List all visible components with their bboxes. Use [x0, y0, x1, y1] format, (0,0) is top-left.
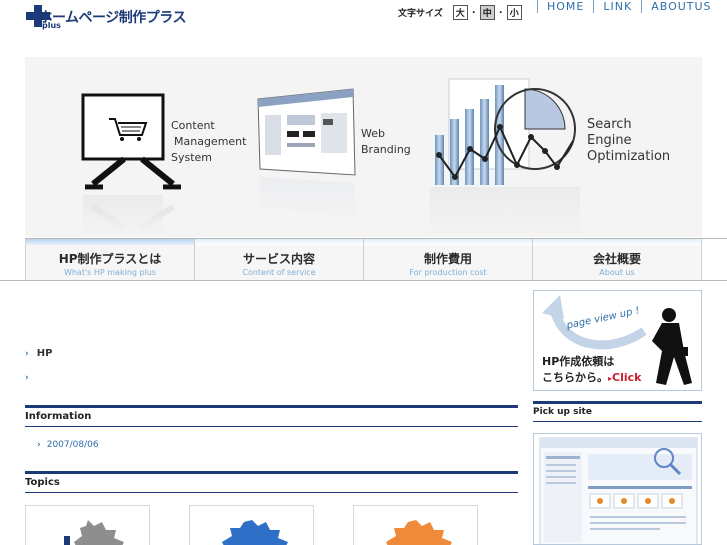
link-link[interactable]: LINK	[593, 0, 641, 13]
pickup-heading: Pick up site	[533, 401, 702, 422]
orange-badge-icon	[386, 520, 452, 545]
web-branding-label: Web Branding	[361, 127, 411, 156]
site-logo[interactable]: plus ホームページ制作プラス	[25, 3, 186, 30]
plus-logo-icon: plus	[25, 4, 61, 30]
nav-service[interactable]: サービス内容 Content of service	[195, 239, 364, 280]
nav-cost[interactable]: 制作費用 For production cost	[364, 239, 533, 280]
arrow-right-icon: ›	[25, 348, 29, 359]
font-size-switcher: 文字サイズ 大 ・ 中 ・ 小	[398, 4, 522, 20]
aboutus-link[interactable]: ABOUTUS	[641, 0, 711, 13]
hero-banner: Content Management System Web Branding S…	[25, 57, 702, 237]
cms-monitor-icon	[81, 93, 183, 237]
font-size-small-button[interactable]: 小	[506, 4, 522, 20]
site-screenshot-image	[539, 437, 698, 544]
topic-card-3[interactable]	[353, 505, 478, 545]
information-heading: Information	[25, 405, 518, 427]
topics-heading: Topics	[25, 471, 518, 493]
request-banner[interactable]: page view up ! HP作成依頼は こちらから。▸Click	[533, 290, 702, 391]
page: plus ホームページ制作プラス 文字サイズ 大 ・ 中 ・ 小 HOME LI…	[0, 0, 727, 545]
topic-card-2[interactable]	[189, 505, 314, 545]
main-nav: HP制作プラスとは What's HP making plus サービス内容 C…	[25, 238, 702, 280]
web-screen-icon	[255, 88, 365, 225]
font-size-medium-button[interactable]: 中	[479, 4, 495, 20]
topic-card-1[interactable]	[25, 505, 150, 545]
seo-label: Search Engine Optimization	[587, 117, 671, 164]
gray-badge-icon	[64, 520, 124, 545]
blue-badge-icon	[222, 520, 288, 545]
arrow-right-icon: ›	[25, 373, 29, 383]
home-link[interactable]: HOME	[537, 0, 593, 13]
nav-company[interactable]: 会社概要 About us	[533, 239, 702, 280]
nav-about-hp-plus[interactable]: HP制作プラスとは What's HP making plus	[25, 239, 195, 280]
pickup-site-thumbnail[interactable]	[533, 433, 702, 545]
arrow-right-icon: ›	[37, 440, 41, 450]
top-links: HOME LINK ABOUTUS	[537, 0, 712, 13]
click-label: Click	[612, 371, 642, 384]
seo-chart-icon	[430, 78, 580, 237]
information-item[interactable]: › 2007/08/06	[37, 440, 99, 450]
font-size-label: 文字サイズ	[398, 8, 443, 19]
breadcrumb-item-empty[interactable]: ›	[25, 373, 37, 383]
font-size-large-button[interactable]: 大	[452, 4, 468, 20]
breadcrumb-item-hp[interactable]: › HP	[25, 348, 52, 359]
information-date: 2007/08/06	[46, 440, 99, 450]
cms-label: Content Management System	[171, 119, 247, 164]
